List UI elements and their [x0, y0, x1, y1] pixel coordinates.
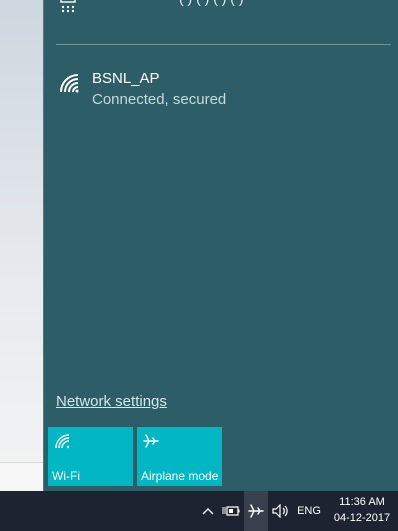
clock-date: 04-12-2017 [333, 512, 391, 524]
background-window-strip [0, 462, 43, 492]
chevron-up-icon [202, 508, 214, 515]
taskbar-clock[interactable]: 11:36 AM 04-12-2017 [330, 494, 394, 526]
airplane-icon [248, 504, 264, 518]
background-window [0, 0, 43, 492]
airplane-tile-label: Airplane mode [141, 469, 219, 483]
airplane-mode-tile[interactable]: Airplane mode [137, 427, 222, 486]
network-settings-link[interactable]: Network settings [56, 393, 167, 410]
network-status: Connected, secured [92, 91, 227, 108]
wifi-signal-icon [60, 74, 79, 93]
show-hidden-icons-button[interactable] [198, 491, 218, 531]
clipped-header-text: ( ) ( ) ( ) ( ) [179, 0, 244, 6]
speaker-icon [272, 504, 288, 518]
wifi-tile-label: Wi-Fi [52, 469, 80, 483]
clock-time: 11:36 AM [339, 496, 385, 508]
input-language-button[interactable]: ENG [294, 491, 324, 531]
airplane-icon [143, 434, 159, 448]
network-flyout: ( ) ( ) ( ) ( ) BSNL_AP Connected, secur… [43, 0, 398, 491]
dialup-icon [60, 0, 76, 13]
wifi-toggle-tile[interactable]: Wi-Fi [48, 427, 133, 486]
network-item-bsnl-ap[interactable]: BSNL_AP Connected, secured [54, 64, 384, 114]
battery-icon [222, 506, 240, 516]
network-name: BSNL_AP [92, 70, 160, 87]
network-tray-button[interactable] [244, 491, 268, 531]
taskbar: ENG 11:36 AM 04-12-2017 [0, 491, 398, 531]
volume-tray-button[interactable] [270, 491, 292, 531]
battery-tray-button[interactable] [220, 491, 242, 531]
wifi-icon [55, 434, 70, 449]
divider [56, 44, 391, 45]
